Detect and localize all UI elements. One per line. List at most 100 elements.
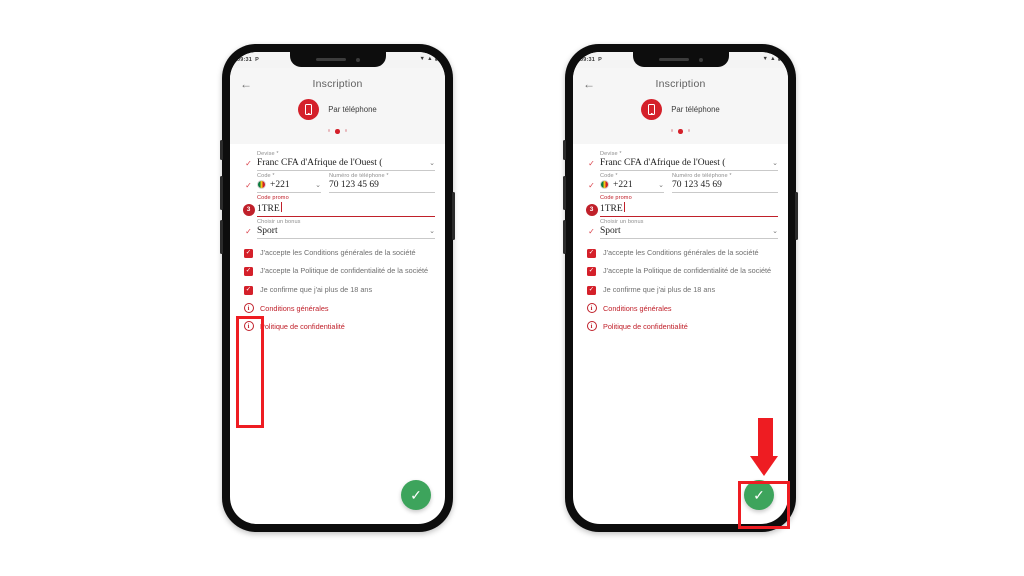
status-bar-right: ▼ ▲ ▮	[762, 57, 781, 63]
link-row-terms[interactable]: i Conditions générales	[240, 303, 435, 314]
promo-code-input[interactable]: 1TRE	[600, 201, 778, 217]
consent-checkbox-terms-cell[interactable]: ✓	[583, 248, 600, 258]
field-promo-code[interactable]: Code promo 1TRE	[600, 195, 778, 219]
link-terms[interactable]: Conditions générales	[257, 304, 329, 313]
promo-code-input[interactable]: 1TRE	[257, 201, 435, 217]
carousel-dot-3[interactable]	[687, 129, 691, 132]
consent-checkbox-terms-cell[interactable]: ✓	[240, 248, 257, 258]
checkbox-privacy[interactable]: ✓	[244, 267, 253, 277]
carousel-dot-2-active[interactable]	[678, 129, 683, 134]
back-icon[interactable]: ←	[583, 78, 599, 90]
check-icon: ✓	[588, 267, 595, 275]
method-label: Par téléphone	[671, 105, 720, 114]
consent-row-age[interactable]: ✓ Je confirme que j'ai plus de 18 ans	[583, 285, 778, 296]
bonus-select[interactable]: Sport ⌄	[257, 226, 435, 239]
text-cursor	[623, 201, 625, 212]
link-privacy[interactable]: Politique de confidentialité	[257, 322, 345, 331]
field-country-code[interactable]: Code * +221 ⌄	[600, 173, 664, 193]
submit-button[interactable]: ✓	[401, 480, 431, 510]
carousel-dot-2-active[interactable]	[335, 129, 340, 134]
promo-step-marker: 3	[240, 195, 257, 216]
chevron-down-icon[interactable]: ⌄	[311, 181, 321, 189]
field-bonus-row: ✓ Choisir un bonus Sport ⌄	[583, 219, 778, 241]
consent-text-age: Je confirme que j'ai plus de 18 ans	[603, 284, 716, 294]
back-icon[interactable]: ←	[240, 78, 256, 90]
country-code-label: Code *	[600, 172, 618, 179]
consent-row-terms[interactable]: ✓ J'accepte les Conditions générales de …	[583, 248, 778, 259]
chevron-down-icon[interactable]: ⌄	[425, 227, 435, 235]
earpiece-speaker	[658, 58, 689, 61]
check-icon: ✓	[588, 226, 595, 236]
consent-section: ✓ J'accepte les Conditions générales de …	[230, 241, 445, 332]
status-bar: 09:31 P ▼ ▲ ▮	[573, 52, 788, 68]
carousel-dot-1[interactable]	[670, 129, 674, 132]
field-bonus[interactable]: Choisir un bonus Sport ⌄	[600, 219, 778, 241]
link-row-privacy[interactable]: i Politique de confidentialité	[583, 321, 778, 332]
chevron-down-icon[interactable]: ⌄	[654, 181, 664, 189]
field-promo-code[interactable]: Code promo 1TRE	[257, 195, 435, 219]
field-bonus[interactable]: Choisir un bonus Sport ⌄	[257, 219, 435, 241]
mute-switch[interactable]	[563, 140, 566, 160]
consent-row-age[interactable]: ✓ Je confirme que j'ai plus de 18 ans	[240, 285, 435, 296]
carousel-dot-3[interactable]	[344, 129, 348, 132]
volume-down-button[interactable]	[220, 220, 223, 254]
consent-checkbox-privacy-cell[interactable]: ✓	[240, 266, 257, 277]
checkbox-privacy[interactable]: ✓	[587, 267, 596, 277]
signup-method[interactable]: Par téléphone	[230, 99, 445, 120]
consent-row-terms[interactable]: ✓ J'accepte les Conditions générales de …	[240, 248, 435, 259]
phone-icon	[641, 99, 663, 120]
carousel-dots[interactable]	[230, 129, 445, 134]
battery-icon: ▮	[434, 56, 438, 63]
phone-number-input[interactable]: 70 123 45 69	[329, 180, 435, 193]
check-icon: ✓	[245, 180, 252, 190]
checkbox-age[interactable]: ✓	[244, 285, 253, 295]
field-phone-number[interactable]: Numéro de téléphone * 70 123 45 69	[329, 173, 435, 193]
consent-checkbox-age-cell[interactable]: ✓	[583, 285, 600, 295]
phone-number-input[interactable]: 70 123 45 69	[672, 180, 778, 193]
currency-select[interactable]: Franc CFA d'Afrique de l'Ouest ( ⌄	[600, 158, 778, 171]
checkbox-terms[interactable]: ✓	[587, 248, 596, 258]
link-row-privacy[interactable]: i Politique de confidentialité	[240, 321, 435, 332]
consent-row-privacy[interactable]: ✓ J'accepte la Politique de confidential…	[240, 266, 435, 277]
info-icon: i	[243, 321, 254, 332]
info-icon: i	[243, 303, 254, 314]
chevron-down-icon[interactable]: ⌄	[768, 159, 778, 167]
link-privacy[interactable]: Politique de confidentialité	[600, 322, 688, 331]
field-currency[interactable]: Devise * Franc CFA d'Afrique de l'Ouest …	[600, 151, 778, 173]
volume-down-button[interactable]	[563, 220, 566, 254]
carousel-dot-1[interactable]	[327, 129, 331, 132]
senegal-flag-icon	[600, 180, 609, 190]
title-bar: ← Inscription	[573, 74, 788, 94]
field-country-code[interactable]: Code * +221 ⌄	[257, 173, 321, 193]
checkbox-age[interactable]: ✓	[587, 285, 596, 295]
signal-icon: ▲	[427, 56, 433, 63]
power-button[interactable]	[452, 192, 455, 240]
signup-method[interactable]: Par téléphone	[573, 99, 788, 120]
carousel-dots[interactable]	[573, 129, 788, 134]
volume-up-button[interactable]	[563, 176, 566, 210]
country-code-select[interactable]: +221 ⌄	[257, 180, 321, 193]
mute-switch[interactable]	[220, 140, 223, 160]
phone-valid-marker: ✓	[240, 173, 257, 190]
front-camera	[355, 57, 360, 62]
chevron-down-icon[interactable]: ⌄	[768, 227, 778, 235]
consent-checkbox-privacy-cell[interactable]: ✓	[583, 266, 600, 277]
check-icon: ✓	[245, 286, 252, 293]
consent-checkbox-age-cell[interactable]: ✓	[240, 285, 257, 295]
link-terms[interactable]: Conditions générales	[600, 304, 672, 313]
checkbox-terms[interactable]: ✓	[244, 248, 253, 258]
chevron-down-icon[interactable]: ⌄	[425, 159, 435, 167]
field-phone-number[interactable]: Numéro de téléphone * 70 123 45 69	[672, 173, 778, 193]
country-code-select[interactable]: +221 ⌄	[600, 180, 664, 193]
bonus-select[interactable]: Sport ⌄	[600, 226, 778, 239]
submit-button[interactable]: ✓	[744, 480, 774, 510]
promo-code-label: Code promo	[257, 194, 289, 201]
status-time: 09:31	[237, 57, 253, 63]
consent-row-privacy[interactable]: ✓ J'accepte la Politique de confidential…	[583, 266, 778, 277]
promo-code-value: 1TRE	[257, 203, 280, 214]
volume-up-button[interactable]	[220, 176, 223, 210]
link-row-terms[interactable]: i Conditions générales	[583, 303, 778, 314]
power-button[interactable]	[795, 192, 798, 240]
currency-select[interactable]: Franc CFA d'Afrique de l'Ouest ( ⌄	[257, 158, 435, 171]
field-currency[interactable]: Devise * Franc CFA d'Afrique de l'Ouest …	[257, 151, 435, 173]
